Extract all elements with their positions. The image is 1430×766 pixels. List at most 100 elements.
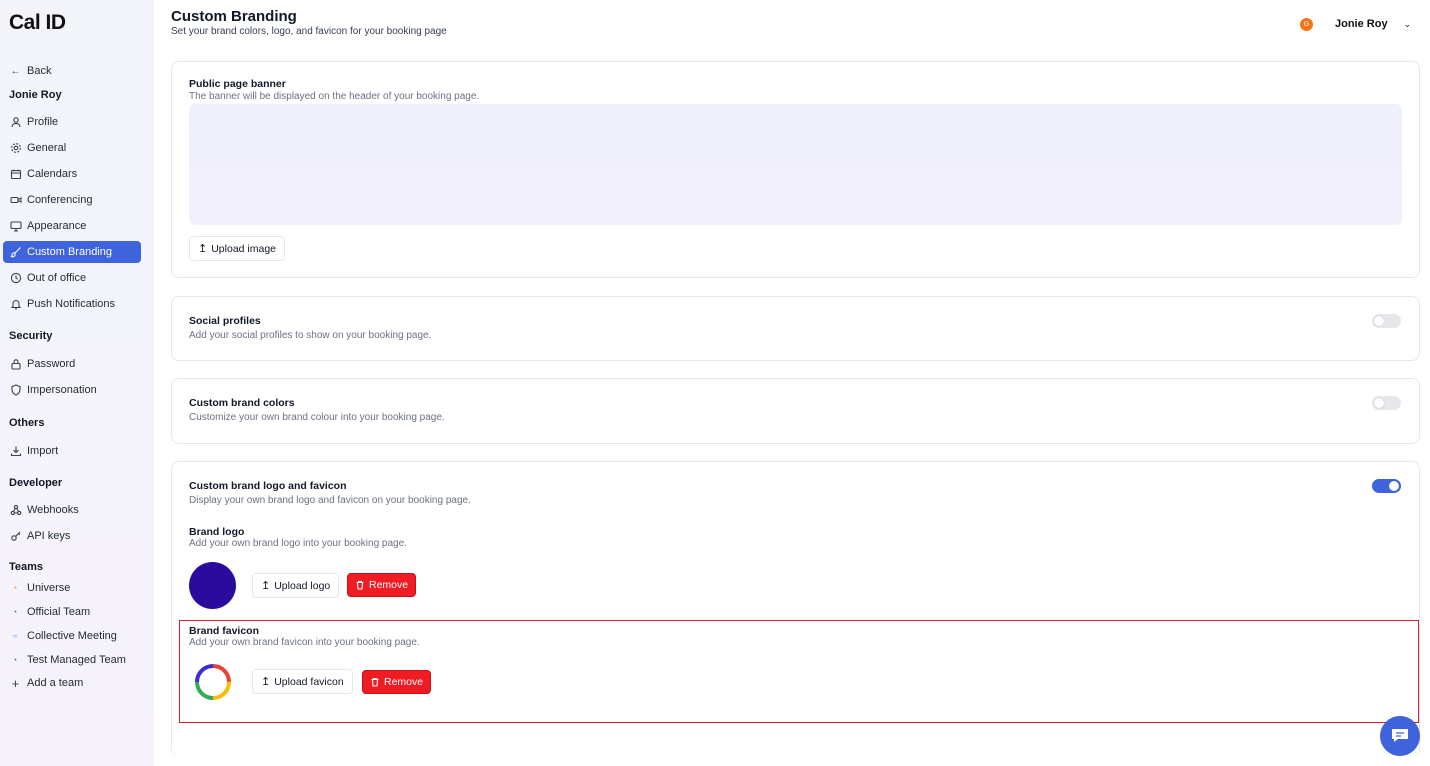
sidebar-item-conferencing[interactable]: Conferencing bbox=[3, 189, 141, 211]
sidebar-item-calendars[interactable]: Calendars bbox=[3, 163, 141, 185]
social-profiles-card: Social profiles Add your social profiles… bbox=[171, 296, 1420, 361]
sidebar-item-label: Push Notifications bbox=[27, 298, 116, 310]
brand-logo-desc: Add your own brand logo into your bookin… bbox=[189, 538, 407, 549]
social-profiles-toggle[interactable] bbox=[1372, 314, 1401, 328]
sidebar-item-label: Import bbox=[27, 445, 59, 457]
account-name-label: Jonie Roy bbox=[9, 89, 62, 101]
team-logo-icon: • bbox=[14, 608, 17, 616]
sidebar-item-label: Official Team bbox=[27, 606, 91, 618]
sidebar-item-api-keys[interactable]: API keys bbox=[3, 525, 141, 547]
shield-icon bbox=[9, 384, 22, 397]
developer-section-label: Developer bbox=[9, 477, 63, 489]
sidebar-item-label: Calendars bbox=[27, 168, 78, 180]
upload-logo-label: Upload logo bbox=[274, 579, 331, 592]
gear-icon bbox=[9, 142, 22, 155]
sidebar-item-label: Add a team bbox=[27, 677, 84, 689]
user-menu[interactable]: G Jonie Roy ⌄ bbox=[1300, 16, 1411, 32]
chevron-down-icon: ⌄ bbox=[1403, 18, 1412, 29]
upload-image-button[interactable]: ↥ Upload image bbox=[189, 236, 286, 261]
security-section-label: Security bbox=[9, 330, 53, 342]
brand-colors-toggle[interactable] bbox=[1372, 396, 1401, 410]
sidebar-item-label: Webhooks bbox=[27, 504, 79, 516]
avatar: G bbox=[1300, 17, 1313, 31]
sidebar-item-import[interactable]: Import bbox=[3, 440, 141, 462]
sidebar-item-label: Profile bbox=[27, 116, 59, 128]
sidebar-item-password[interactable]: Password bbox=[3, 353, 141, 375]
team-logo-icon: • bbox=[14, 656, 17, 664]
upload-icon: ↥ bbox=[198, 243, 208, 255]
sidebar-item-team-official[interactable]: • Official Team bbox=[3, 601, 141, 623]
banner-card: Public page banner The banner will be di… bbox=[171, 61, 1420, 278]
plus-icon: + bbox=[11, 675, 20, 691]
logo-favicon-desc: Display your own brand logo and favicon … bbox=[189, 495, 471, 506]
teams-section-label: Teams bbox=[9, 561, 44, 573]
sidebar-item-label: Out of office bbox=[27, 272, 87, 284]
monitor-icon bbox=[9, 220, 22, 233]
sidebar-item-team-test-managed[interactable]: • Test Managed Team bbox=[3, 649, 141, 671]
sidebar-item-label: API keys bbox=[27, 530, 71, 542]
logo-favicon-toggle[interactable] bbox=[1372, 479, 1401, 493]
calendar-icon bbox=[9, 168, 22, 181]
colors-desc: Customize your own brand colour into you… bbox=[189, 412, 445, 423]
favicon-highlight-box bbox=[179, 620, 1419, 723]
user-name: Jonie Roy bbox=[1335, 18, 1388, 30]
sidebar-item-team-collective[interactable]: ≈ Collective Meeting bbox=[3, 625, 141, 647]
sidebar-item-label: Test Managed Team bbox=[27, 654, 126, 666]
banner-preview bbox=[189, 104, 1402, 225]
sidebar-item-label: Collective Meeting bbox=[27, 630, 117, 642]
sidebar-item-impersonation[interactable]: Impersonation bbox=[3, 379, 141, 401]
colors-title: Custom brand colors bbox=[189, 397, 295, 409]
sidebar-item-custom-branding[interactable]: Custom Branding bbox=[3, 241, 141, 263]
sidebar-item-push-notifications[interactable]: Push Notifications bbox=[3, 293, 141, 315]
clock-icon bbox=[9, 272, 22, 285]
upload-image-label: Upload image bbox=[211, 242, 277, 255]
upload-icon: ↥ bbox=[261, 580, 271, 592]
bell-icon bbox=[9, 298, 22, 311]
others-section-label: Others bbox=[9, 417, 45, 429]
sidebar-item-appearance[interactable]: Appearance bbox=[3, 215, 141, 237]
sidebar-item-label: Universe bbox=[27, 582, 71, 594]
team-logo-icon: ≈ bbox=[13, 631, 18, 641]
sidebar-item-out-of-office[interactable]: Out of office bbox=[3, 267, 141, 289]
lock-icon bbox=[9, 358, 22, 371]
brand-colors-card: Custom brand colors Customize your own b… bbox=[171, 378, 1420, 444]
sidebar-item-label: Impersonation bbox=[27, 384, 97, 396]
upload-logo-button[interactable]: ↥ Upload logo bbox=[252, 573, 340, 598]
chat-icon bbox=[1392, 729, 1408, 742]
app-logo[interactable]: Cal ID bbox=[9, 11, 66, 35]
video-icon bbox=[9, 194, 22, 207]
sidebar-item-label: Custom Branding bbox=[27, 246, 112, 258]
social-desc: Add your social profiles to show on your… bbox=[189, 330, 432, 341]
arrow-left-icon: ← bbox=[10, 65, 21, 77]
brush-icon bbox=[9, 246, 22, 259]
remove-logo-label: Remove bbox=[369, 579, 409, 591]
social-title: Social profiles bbox=[189, 315, 261, 327]
sidebar-item-team-universe[interactable]: • Universe bbox=[3, 577, 141, 599]
user-icon bbox=[9, 116, 22, 129]
sidebar-item-label: Password bbox=[27, 358, 76, 370]
sidebar-item-profile[interactable]: Profile bbox=[3, 111, 141, 133]
logo-favicon-title: Custom brand logo and favicon bbox=[189, 480, 347, 492]
webhook-icon bbox=[9, 504, 22, 517]
key-icon bbox=[9, 530, 22, 543]
chat-support-button[interactable] bbox=[1380, 716, 1420, 756]
add-team-link[interactable]: + Add a team bbox=[3, 672, 141, 694]
sidebar-item-label: Appearance bbox=[27, 220, 87, 232]
sidebar-item-webhooks[interactable]: Webhooks bbox=[3, 499, 141, 521]
team-logo-icon: • bbox=[14, 584, 17, 592]
page-title: Custom Branding bbox=[171, 8, 297, 25]
sidebar-item-label: Conferencing bbox=[27, 194, 93, 206]
brand-logo-title: Brand logo bbox=[189, 526, 245, 538]
back-label: Back bbox=[27, 65, 52, 77]
sidebar-item-general[interactable]: General bbox=[3, 137, 141, 159]
back-link[interactable]: ← Back bbox=[3, 60, 141, 82]
trash-icon bbox=[356, 580, 364, 590]
brand-logo-preview bbox=[189, 562, 236, 609]
remove-logo-button[interactable]: Remove bbox=[347, 573, 417, 597]
page-subtitle: Set your brand colors, logo, and favicon… bbox=[171, 26, 447, 37]
sidebar-item-label: General bbox=[27, 142, 67, 154]
sidebar: Cal ID ← Back Jonie Roy Profile General … bbox=[0, 0, 154, 766]
banner-desc: The banner will be displayed on the head… bbox=[189, 91, 480, 102]
banner-title: Public page banner bbox=[189, 78, 286, 90]
download-icon bbox=[9, 445, 22, 458]
